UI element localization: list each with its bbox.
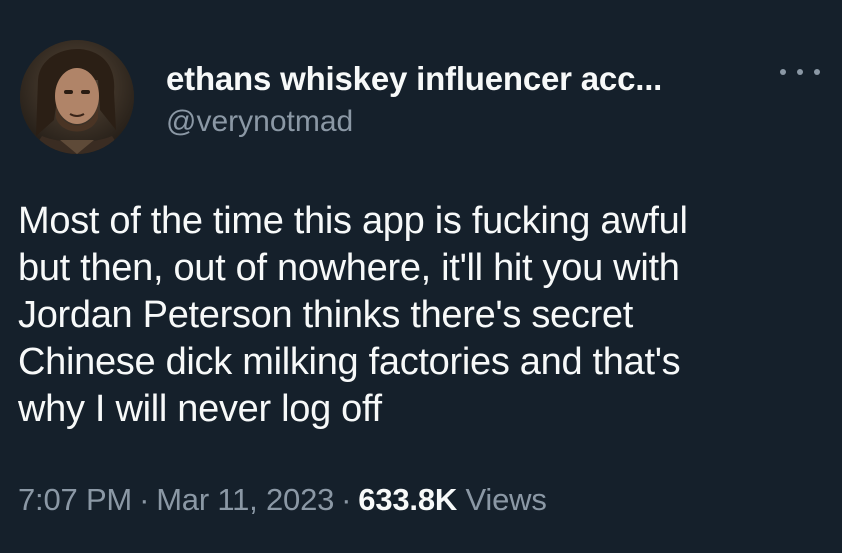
- tweet-meta: 7:07 PM · Mar 11, 2023 · 633.8K Views: [18, 481, 547, 519]
- tweet-card: ethans whiskey influencer acc... @veryno…: [0, 0, 842, 553]
- views-count[interactable]: 633.8K: [358, 482, 457, 517]
- more-options-icon-dot: [814, 69, 820, 75]
- views-label: Views: [465, 482, 547, 517]
- more-options-button[interactable]: [780, 60, 820, 84]
- author-handle[interactable]: @verynotmad: [166, 104, 746, 140]
- author-info: ethans whiskey influencer acc... @veryno…: [166, 60, 746, 140]
- meta-separator: ·: [139, 482, 150, 517]
- author-display-name[interactable]: ethans whiskey influencer acc...: [166, 60, 746, 98]
- profile-photo-icon: [20, 40, 134, 154]
- avatar[interactable]: [20, 40, 134, 154]
- tweet-text: Most of the time this app is fucking awf…: [18, 200, 688, 430]
- meta-separator: ·: [341, 482, 352, 517]
- tweet-time[interactable]: 7:07 PM: [18, 482, 132, 517]
- tweet-date[interactable]: Mar 11, 2023: [156, 482, 334, 517]
- more-options-icon-dot: [797, 69, 803, 75]
- more-options-icon: [780, 69, 786, 75]
